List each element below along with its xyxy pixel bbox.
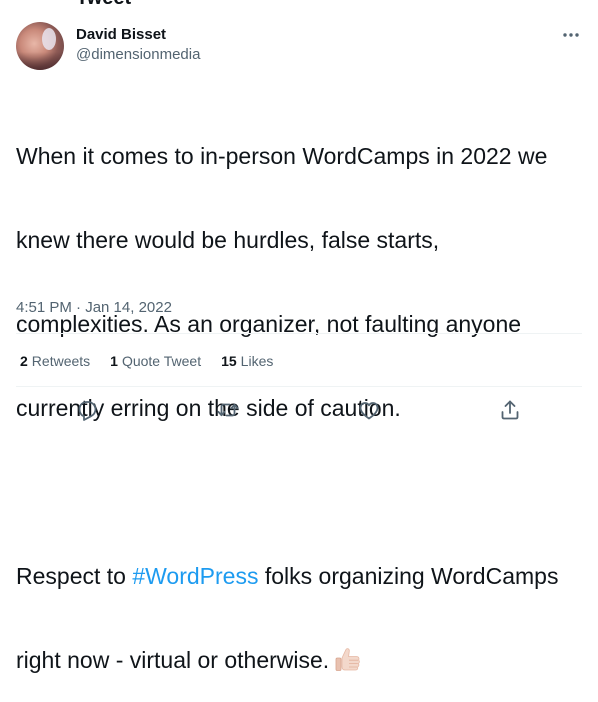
avatar-highlight [42, 28, 56, 50]
hashtag-link[interactable]: #WordPress [132, 563, 258, 589]
retweet-button[interactable] [216, 398, 240, 422]
like-icon [359, 402, 379, 420]
like-button[interactable] [357, 398, 381, 422]
author-display-name[interactable]: David Bisset [76, 25, 200, 45]
share-button[interactable] [498, 398, 522, 422]
tweet-line: knew there would be hurdles, false start… [16, 227, 440, 253]
author-handle[interactable]: @dimensionmedia [76, 45, 200, 65]
thumbs-up-icon [335, 648, 360, 671]
avatar-shade [16, 52, 64, 70]
avatar[interactable] [16, 22, 64, 70]
tweet-text-segment: folks organizing WordCamps [258, 563, 559, 589]
more-dots-icon [563, 33, 579, 37]
tweet-timestamp[interactable]: 4:51 PM · Jan 14, 2022 [16, 298, 172, 318]
quote-tweets-count: 1 [110, 353, 118, 369]
page-heading-cutoff: Tweet [76, 0, 131, 8]
tweet-line: Respect to #WordPress folks organizing W… [16, 562, 582, 590]
tweet-stats: 2 Retweets 1 Quote Tweet 15 Likes [20, 351, 273, 371]
likes-count: 15 [221, 353, 237, 369]
quote-tweets-label: Quote Tweet [121, 353, 202, 369]
quote-tweets-stat[interactable]: 1 Quote Tweet [110, 351, 201, 371]
more-options-button[interactable] [560, 24, 582, 46]
retweet-icon [217, 403, 239, 417]
tweet-header: David Bisset @dimensionmedia [16, 22, 582, 70]
divider [16, 333, 582, 334]
reply-icon [78, 401, 97, 421]
likes-label: Likes [240, 353, 274, 369]
tweet-line: When it comes to in-person WordCamps in … [16, 143, 548, 169]
retweets-count: 2 [20, 353, 28, 369]
tweet-line: right now - virtual or otherwise. [16, 646, 582, 674]
share-icon [501, 400, 519, 420]
tweet-text-segment: Respect to [16, 563, 133, 589]
author-names: David Bisset @dimensionmedia [76, 25, 200, 65]
tweet-body: When it comes to in-person WordCamps in … [16, 86, 582, 702]
divider [16, 386, 582, 387]
reply-button[interactable] [75, 398, 99, 422]
tweet-text-segment: right now - virtual or otherwise. [16, 647, 330, 673]
likes-stat[interactable]: 15 Likes [221, 351, 273, 371]
retweets-label: Retweets [31, 353, 91, 369]
retweets-stat[interactable]: 2 Retweets [20, 351, 90, 371]
tweet-actions [16, 396, 582, 424]
